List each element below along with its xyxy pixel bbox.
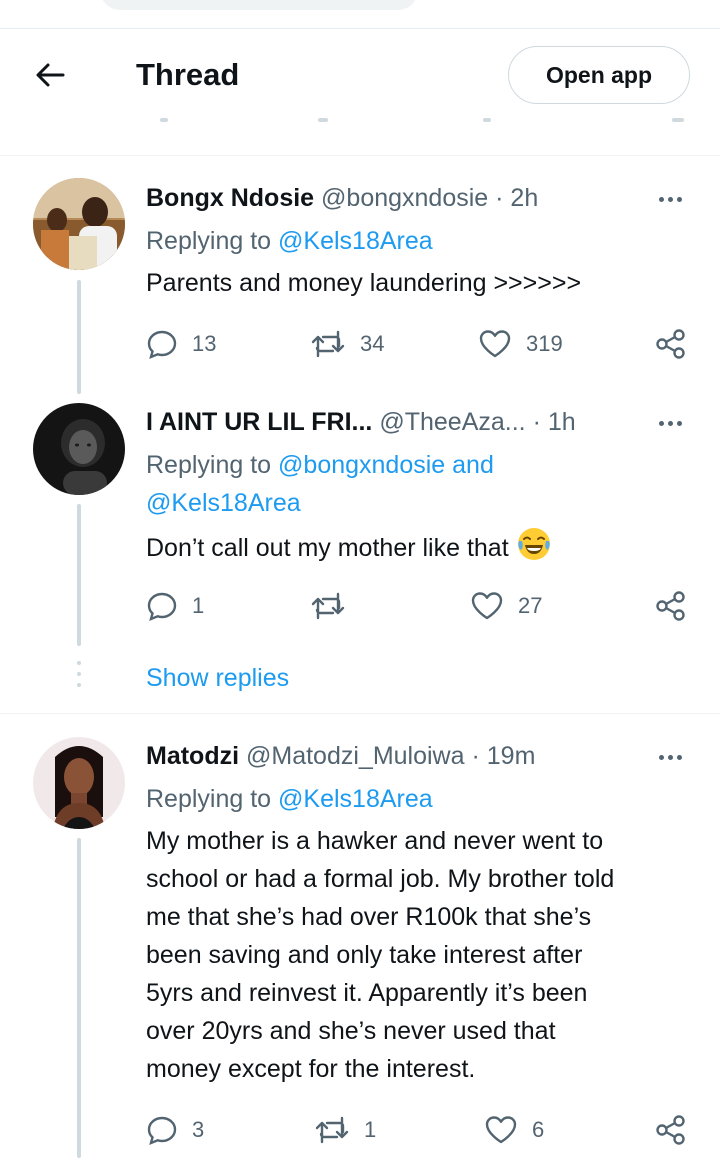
retweet-count: 1 xyxy=(364,1117,377,1142)
retweet-count: 34 xyxy=(360,331,385,356)
timestamp[interactable]: · 19m xyxy=(471,742,535,770)
tweet-actions: 1 27 xyxy=(146,586,696,626)
previous-tweet-cutoff xyxy=(0,110,720,130)
thread-line xyxy=(77,838,81,1158)
avatar[interactable] xyxy=(33,403,125,495)
share-icon xyxy=(656,329,685,359)
retweet-icon xyxy=(311,592,345,620)
tweet-meta: I AINT UR LIL FRI... @TheeAza... · 1h xyxy=(146,408,576,437)
replying-to-label: Replying to xyxy=(146,227,272,255)
more-options-button[interactable] xyxy=(654,186,686,210)
tweet-text-line: money except for the interest. xyxy=(146,1055,476,1083)
tweet-text-line: me that she’s had over R100k that she’s xyxy=(146,903,592,931)
reply-icon xyxy=(147,1116,177,1146)
share-button[interactable] xyxy=(654,586,688,626)
share-icon xyxy=(656,1115,685,1145)
more-icon xyxy=(657,747,684,765)
more-icon xyxy=(657,189,684,207)
tweet-text: Parents and money laundering >>>>>> xyxy=(146,269,582,297)
display-name[interactable]: Matodzi xyxy=(146,742,239,770)
tweet-text-line: been saving and only take interest after xyxy=(146,941,583,969)
tweet-text: My mother is a hawker and never went to … xyxy=(146,822,691,1088)
mention-link[interactable]: @Kels18Area xyxy=(278,785,433,813)
like-button[interactable]: 6 xyxy=(484,1110,544,1150)
divider xyxy=(0,155,720,156)
tweet-text-line: over 20yrs and she’s never used that xyxy=(146,1017,556,1045)
replying-to: Replying to @bongxndosie and @Kels18Area xyxy=(146,446,566,522)
retweet-button[interactable] xyxy=(310,586,360,626)
arrow-left-icon xyxy=(36,63,65,87)
reply-button[interactable]: 3 xyxy=(146,1110,204,1150)
more-options-button[interactable] xyxy=(654,410,686,434)
reply-count: 1 xyxy=(192,593,205,618)
thread-line xyxy=(77,280,81,394)
tweet-text-content: Don’t call out my mother like that xyxy=(146,534,509,562)
divider xyxy=(0,713,720,714)
back-button[interactable] xyxy=(28,59,72,91)
avatar[interactable] xyxy=(33,737,125,829)
like-button[interactable]: 319 xyxy=(478,324,563,364)
share-button[interactable] xyxy=(654,324,688,364)
replying-to-label: Replying to xyxy=(146,451,272,479)
replying-to-label: Replying to xyxy=(146,785,272,813)
more-icon xyxy=(657,413,684,431)
handle[interactable]: @Matodzi_Muloiwa xyxy=(246,742,465,770)
retweet-button[interactable]: 34 xyxy=(310,324,384,364)
like-count: 6 xyxy=(532,1117,545,1142)
reply-button[interactable]: 13 xyxy=(146,324,216,364)
tweet-actions: 13 34 319 xyxy=(146,324,696,364)
tweet-text-line: My mother is a hawker and never went to xyxy=(146,827,604,855)
thread-line xyxy=(77,504,81,646)
tweet-text-line: school or had a formal job. My brother t… xyxy=(146,865,615,893)
display-name[interactable]: I AINT UR LIL FRI... xyxy=(146,408,372,436)
heart-icon xyxy=(485,1116,517,1144)
handle[interactable]: @TheeAza... xyxy=(379,408,525,436)
replying-to: Replying to @Kels18Area xyxy=(146,222,433,260)
like-count: 319 xyxy=(526,331,563,356)
reply-icon xyxy=(147,330,177,360)
face-with-tears-of-joy-icon xyxy=(517,528,550,560)
heart-icon xyxy=(471,592,503,620)
reply-icon xyxy=(147,592,177,622)
heart-icon xyxy=(479,330,511,358)
display-name[interactable]: Bongx Ndosie xyxy=(146,184,314,212)
like-button[interactable]: 27 xyxy=(470,586,542,626)
tweet-meta: Matodzi @Matodzi_Muloiwa · 19m xyxy=(146,742,535,771)
handle[interactable]: @bongxndosie xyxy=(321,184,488,212)
mention-conjunction: and xyxy=(452,451,494,479)
more-options-button[interactable] xyxy=(654,744,686,768)
mention-link[interactable]: @bongxndosie xyxy=(278,451,445,479)
show-replies-link[interactable]: Show replies xyxy=(146,664,289,693)
mention-link[interactable]: @Kels18Area xyxy=(278,227,433,255)
tweet-actions: 3 1 6 xyxy=(146,1110,696,1150)
retweet-icon xyxy=(311,330,345,358)
timestamp[interactable]: · 2h xyxy=(495,184,538,212)
timestamp[interactable]: · 1h xyxy=(533,408,576,436)
avatar[interactable] xyxy=(33,178,125,270)
reply-count: 3 xyxy=(192,1117,205,1142)
page-title: Thread xyxy=(136,57,240,92)
like-count: 27 xyxy=(518,593,543,618)
tweet-text-line: 5yrs and reinvest it. Apparently it’s be… xyxy=(146,979,588,1007)
retweet-icon xyxy=(315,1116,349,1144)
browser-address-pill xyxy=(100,0,418,10)
replying-to: Replying to @Kels18Area xyxy=(146,780,433,818)
retweet-button[interactable]: 1 xyxy=(314,1110,376,1150)
tweet-meta: Bongx Ndosie @bongxndosie · 2h xyxy=(146,184,538,213)
share-icon xyxy=(656,591,685,621)
open-app-button[interactable]: Open app xyxy=(508,46,690,104)
mention-link[interactable]: @Kels18Area xyxy=(146,489,301,517)
thread-dots xyxy=(77,661,81,694)
reply-button[interactable]: 1 xyxy=(146,586,204,626)
reply-count: 13 xyxy=(192,331,217,356)
share-button[interactable] xyxy=(654,1110,688,1150)
tweet-text: Don’t call out my mother like that xyxy=(146,526,691,567)
